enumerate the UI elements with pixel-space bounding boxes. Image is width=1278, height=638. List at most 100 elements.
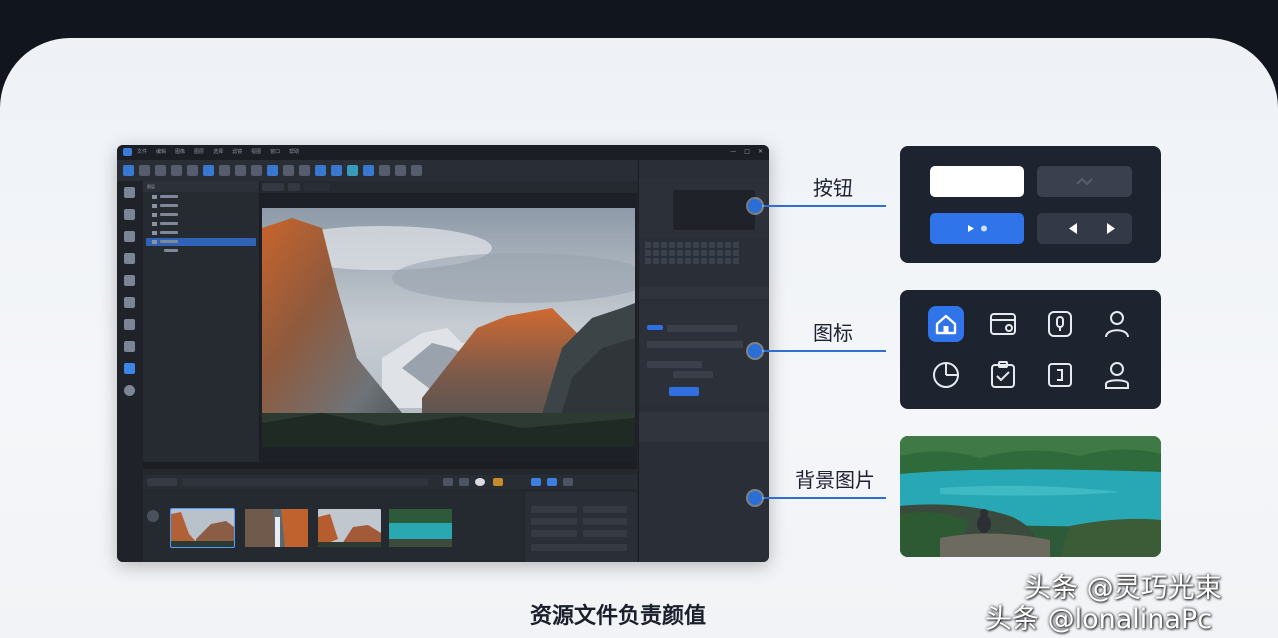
menu-item[interactable]: 视图 <box>251 148 261 155</box>
background-image-panel <box>900 436 1161 557</box>
thumbnail-mountain[interactable] <box>170 508 235 548</box>
property-field[interactable] <box>583 506 627 513</box>
layers-panel: 图层 <box>143 181 260 461</box>
icons-label: 图标 <box>813 321 853 345</box>
layer-row-selected[interactable] <box>146 238 256 246</box>
layer-row[interactable] <box>146 229 256 237</box>
toolbar-button[interactable] <box>155 165 166 176</box>
toolbar-button[interactable] <box>171 165 182 176</box>
toolbar-button[interactable] <box>267 165 278 176</box>
layer-row[interactable] <box>146 193 256 201</box>
menu-item[interactable]: 窗口 <box>270 148 280 155</box>
clipboard-check-icon[interactable] <box>985 357 1021 393</box>
property-field[interactable] <box>583 530 627 537</box>
folder-tool-icon[interactable] <box>124 319 135 330</box>
music-tool-icon[interactable] <box>124 297 135 308</box>
property-field[interactable] <box>583 518 627 525</box>
mountain-photo <box>262 208 635 447</box>
document-tab[interactable] <box>304 183 330 191</box>
primary-button[interactable] <box>930 213 1024 244</box>
window-controls: — □ ✕ <box>730 148 763 156</box>
dropdown-row[interactable] <box>639 287 769 299</box>
home-icon[interactable] <box>928 306 964 342</box>
menu-item[interactable]: 帮助 <box>289 148 299 155</box>
title-bar: 文件 编辑 图像 图层 选择 滤镜 视图 窗口 帮助 — □ ✕ <box>117 145 769 160</box>
app-logo-icon <box>123 148 132 156</box>
image-tool-icon[interactable] <box>124 231 135 242</box>
user-icon[interactable] <box>1099 357 1135 393</box>
properties-grid <box>525 492 637 562</box>
microphone-icon[interactable] <box>1042 306 1078 342</box>
toolbar-button[interactable] <box>315 165 326 176</box>
toolbar-button[interactable] <box>187 165 198 176</box>
menu-item[interactable]: 文件 <box>137 148 147 155</box>
property-field[interactable] <box>531 544 627 551</box>
timeline-ruler <box>143 462 637 469</box>
toolbar-button[interactable] <box>283 165 294 176</box>
filmstrip <box>143 492 523 562</box>
next-arrow-icon <box>1107 223 1115 234</box>
layer-row[interactable] <box>146 220 256 228</box>
main-toolbar <box>117 160 643 181</box>
white-button[interactable] <box>930 166 1024 197</box>
property-field[interactable] <box>531 518 577 525</box>
brush-tool-icon[interactable] <box>124 275 135 286</box>
toolbar-button[interactable] <box>203 165 214 176</box>
toolbar-button[interactable] <box>299 165 310 176</box>
document-tab[interactable] <box>262 183 284 191</box>
document-tabs <box>260 181 637 193</box>
toolbar-button[interactable] <box>379 165 390 176</box>
maximize-button[interactable]: □ <box>744 148 750 156</box>
connector-dot <box>748 344 762 358</box>
rotate-tool-icon[interactable] <box>124 253 135 264</box>
toolbar-button[interactable] <box>363 165 374 176</box>
pen-tool-icon[interactable] <box>124 187 135 198</box>
minimize-button[interactable]: — <box>730 148 736 156</box>
toolbar-button[interactable] <box>123 165 134 176</box>
property-field[interactable] <box>531 506 577 513</box>
buttons-label: 按钮 <box>813 176 853 200</box>
layer-row[interactable] <box>146 247 256 255</box>
toolbar-button[interactable] <box>251 165 262 176</box>
layers-header: 图层 <box>143 181 259 192</box>
device-icon[interactable] <box>1042 357 1078 393</box>
toolbar-button[interactable] <box>331 165 342 176</box>
wand-tool-icon[interactable] <box>124 341 135 352</box>
connector-line <box>756 350 886 352</box>
history-section <box>639 412 769 442</box>
wallet-icon[interactable] <box>985 306 1021 342</box>
target-tool-icon[interactable] <box>124 385 135 396</box>
filmstrip-nav-icon[interactable] <box>147 510 159 522</box>
cloud-tool-icon[interactable] <box>124 363 135 374</box>
canvas-area[interactable] <box>260 193 637 463</box>
buttons-panel <box>900 146 1161 263</box>
menu-item[interactable]: 图层 <box>194 148 204 155</box>
thumbnail-lake[interactable] <box>389 509 452 547</box>
toolbar-button[interactable] <box>235 165 246 176</box>
pie-chart-icon[interactable] <box>928 357 964 393</box>
toolbar-button[interactable] <box>347 165 358 176</box>
close-button[interactable]: ✕ <box>758 148 763 156</box>
toolbar-button[interactable] <box>139 165 150 176</box>
document-tab[interactable] <box>288 183 300 191</box>
layer-row[interactable] <box>146 202 256 210</box>
swatch-grid[interactable] <box>645 242 739 264</box>
icons-panel <box>900 290 1161 409</box>
property-field[interactable] <box>531 530 577 537</box>
apply-button[interactable] <box>669 387 699 396</box>
connector-line <box>756 205 886 207</box>
toolbar-button[interactable] <box>411 165 422 176</box>
menu-item[interactable]: 编辑 <box>156 148 166 155</box>
layer-row[interactable] <box>146 211 256 219</box>
toolbar-button[interactable] <box>395 165 406 176</box>
connector-dot <box>748 199 762 213</box>
thumbnail-waterfall[interactable] <box>245 509 308 547</box>
menu-item[interactable]: 图像 <box>175 148 185 155</box>
menu-item[interactable]: 滤镜 <box>232 148 242 155</box>
toolbar-button[interactable] <box>219 165 230 176</box>
disabled-button[interactable] <box>1037 166 1132 197</box>
thumbnail-valley[interactable] <box>318 509 381 547</box>
eraser-tool-icon[interactable] <box>124 209 135 220</box>
user-icon[interactable] <box>1099 306 1135 342</box>
menu-item[interactable]: 选择 <box>213 148 223 155</box>
